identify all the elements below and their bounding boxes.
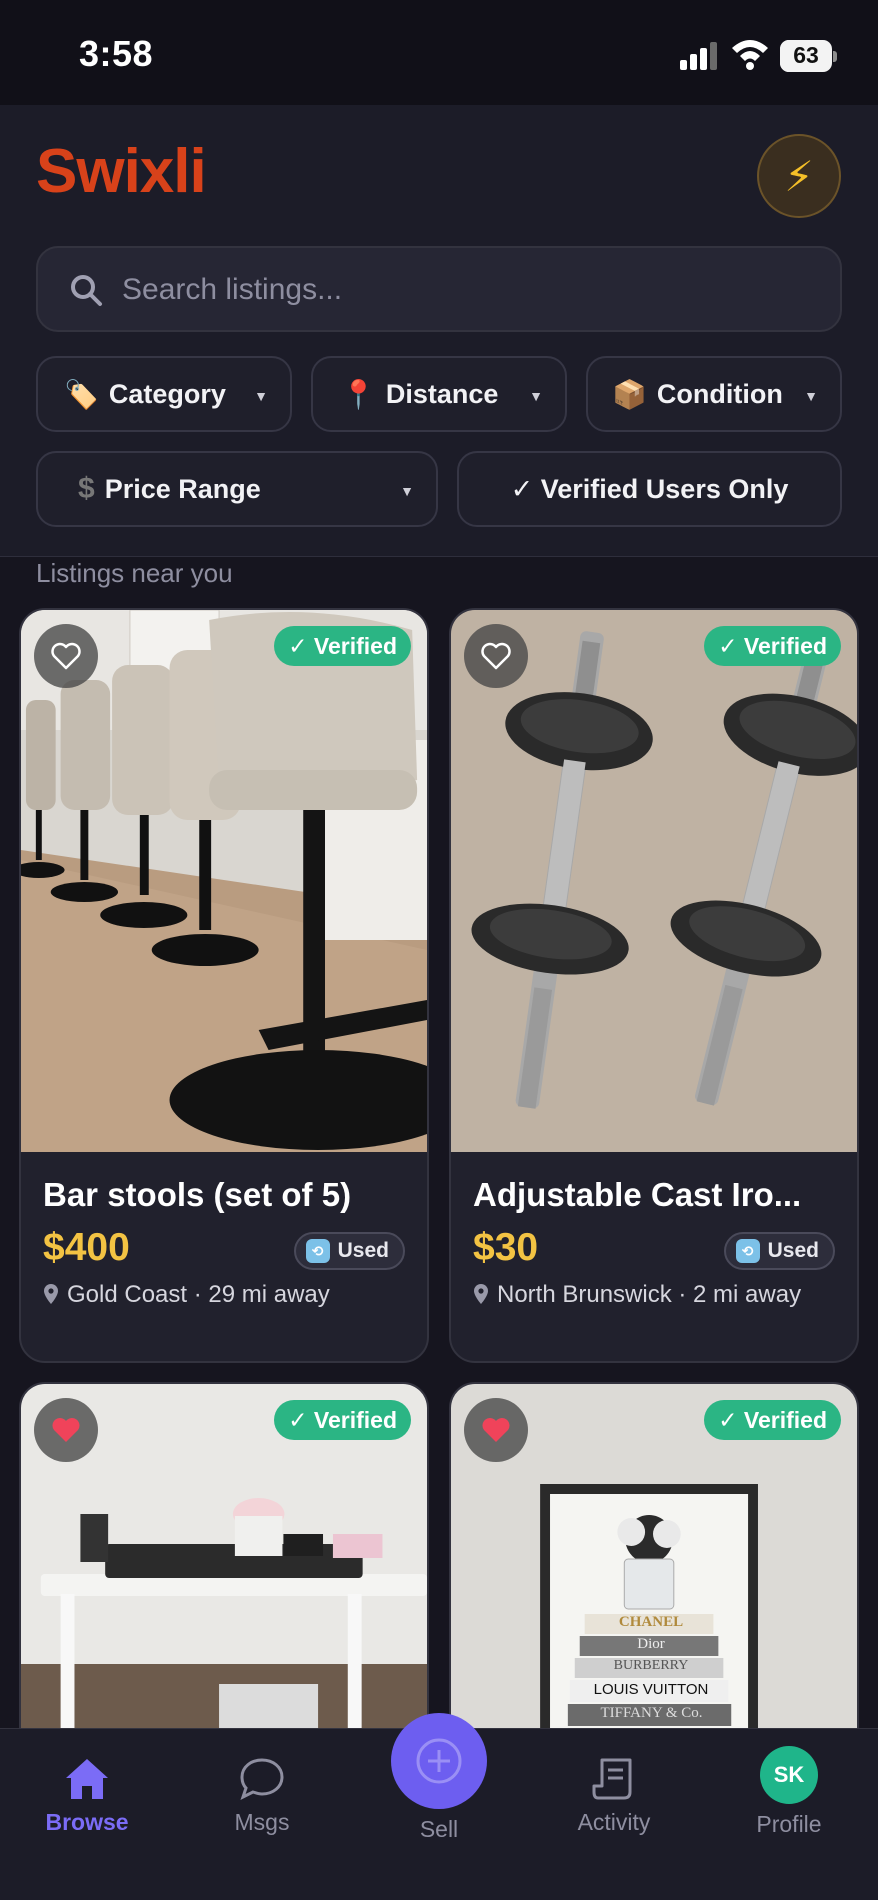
home-icon [66, 1759, 108, 1799]
battery-icon: 63 [780, 40, 837, 72]
filter-label: Distance [385, 378, 499, 409]
tab-label: Profile [756, 1811, 822, 1837]
cellular-signal-icon [680, 42, 717, 70]
pin-icon: 📍 [341, 378, 376, 410]
status-time: 3:58 [79, 33, 154, 74]
sell-button[interactable] [391, 1713, 487, 1809]
search-input[interactable]: Search listings... [36, 246, 842, 332]
location-pin-icon [44, 1284, 58, 1304]
section-title: Listings near you [36, 558, 233, 588]
listing-card[interactable]: CHANEL Dior BURBERRY LOUIS VUITTON TIFFA… [449, 1382, 859, 1782]
caret-down-icon: ▼ [529, 388, 543, 404]
filter-distance[interactable]: 📍 Distance ▼ [311, 356, 567, 432]
listing-location: Gold Coast · 29 mi away [43, 1280, 413, 1309]
condition-badge: ⟲ Used [293, 1232, 405, 1270]
dollar-icon: $ [78, 472, 95, 505]
filter-verified-users[interactable]: ✓ Verified Users Only [457, 451, 842, 527]
favorite-button[interactable] [464, 1398, 528, 1462]
listing-price: $400 [43, 1226, 130, 1269]
condition-label: Used [767, 1239, 819, 1262]
verified-badge: ✓ Verified [704, 626, 841, 666]
battery-level: 63 [793, 42, 819, 68]
print-text-dior: Dior [637, 1636, 665, 1652]
verified-badge: ✓ Verified [274, 626, 411, 666]
filter-category[interactable]: 🏷️ Category ▼ [36, 356, 292, 432]
tab-messages[interactable]: Msgs [192, 1753, 332, 1836]
listing-title: Bar stools (set of 5) [43, 1176, 352, 1213]
search-icon [71, 275, 102, 306]
print-text-tiffany: TIFFANY & Co. [600, 1705, 703, 1721]
condition-label: Used [337, 1239, 389, 1262]
caret-down-icon: ▼ [254, 388, 268, 404]
caret-down-icon: ▼ [400, 483, 414, 499]
receipt-icon [592, 1758, 632, 1800]
favorite-button[interactable] [464, 624, 528, 688]
wifi-icon [732, 40, 768, 70]
heart-filled-icon [52, 1418, 80, 1442]
listing-title: Adjustable Cast Iro... [473, 1176, 802, 1213]
message-icon [240, 1758, 284, 1800]
status-bar: 3:58 63 [0, 0, 878, 105]
condition-badge: ⟲ Used [723, 1232, 835, 1270]
app-logo[interactable]: Swixli [36, 136, 207, 207]
listing-location: North Brunswick · 2 mi away [473, 1280, 843, 1309]
dumbbells-photo [451, 610, 857, 1152]
verified-badge: ✓ Verified [704, 1400, 841, 1440]
location-pin-icon [474, 1284, 488, 1304]
recycle-icon: ⟲ [735, 1239, 760, 1263]
tab-sell-label: Sell [419, 1816, 459, 1842]
print-text-chanel: CHANEL [618, 1614, 684, 1630]
listing-card[interactable]: ✓ Verified [19, 1382, 429, 1782]
filter-price-range[interactable]: $ Price Range ▼ [36, 451, 438, 527]
tag-icon: 🏷️ [64, 378, 99, 410]
location-text: Gold Coast · 29 mi away [67, 1281, 330, 1308]
filter-label: Price Range [104, 473, 261, 504]
search-placeholder: Search listings... [122, 273, 343, 306]
print-text-burberry: BURBERRY [613, 1658, 689, 1673]
heart-outline-icon [481, 642, 511, 670]
favorite-button[interactable] [34, 624, 98, 688]
bar-stools-photo [21, 610, 427, 1152]
listing-card[interactable]: ✓ Verified Adjustable Cast Iro... $30 ⟲ … [449, 608, 859, 1363]
tab-label: Activity [577, 1809, 651, 1835]
location-text: North Brunswick · 2 mi away [497, 1281, 802, 1308]
filter-condition[interactable]: 📦 Condition ▼ [586, 356, 842, 432]
tab-browse[interactable]: Browse [17, 1753, 157, 1836]
lightning-button[interactable]: ⚡ [757, 134, 841, 218]
plus-circle-icon [416, 1738, 462, 1784]
listing-card[interactable]: ✓ Verified Bar stools (set of 5) $400 ⟲ … [19, 608, 429, 1363]
heart-outline-icon [51, 642, 81, 670]
verified-badge: ✓ Verified [274, 1400, 411, 1440]
print-text-louis-vuitton: LOUIS VUITTON [593, 1681, 709, 1698]
filter-label: ✓ Verified Users Only [510, 473, 789, 504]
tab-activity[interactable]: Activity [544, 1753, 684, 1836]
lightning-icon: ⚡ [784, 152, 814, 200]
recycle-icon: ⟲ [305, 1239, 330, 1263]
caret-down-icon: ▼ [804, 388, 818, 404]
listing-price: $30 [473, 1226, 539, 1269]
heart-filled-icon [482, 1418, 510, 1442]
avatar: SK [760, 1746, 818, 1804]
tab-label: Browse [45, 1809, 129, 1835]
tab-label: Msgs [234, 1809, 290, 1835]
package-icon: 📦 [612, 378, 647, 410]
tab-profile[interactable]: SK Profile [719, 1746, 859, 1838]
filter-label: Category [108, 378, 226, 409]
filter-label: Condition [656, 378, 783, 409]
favorite-button[interactable] [34, 1398, 98, 1462]
